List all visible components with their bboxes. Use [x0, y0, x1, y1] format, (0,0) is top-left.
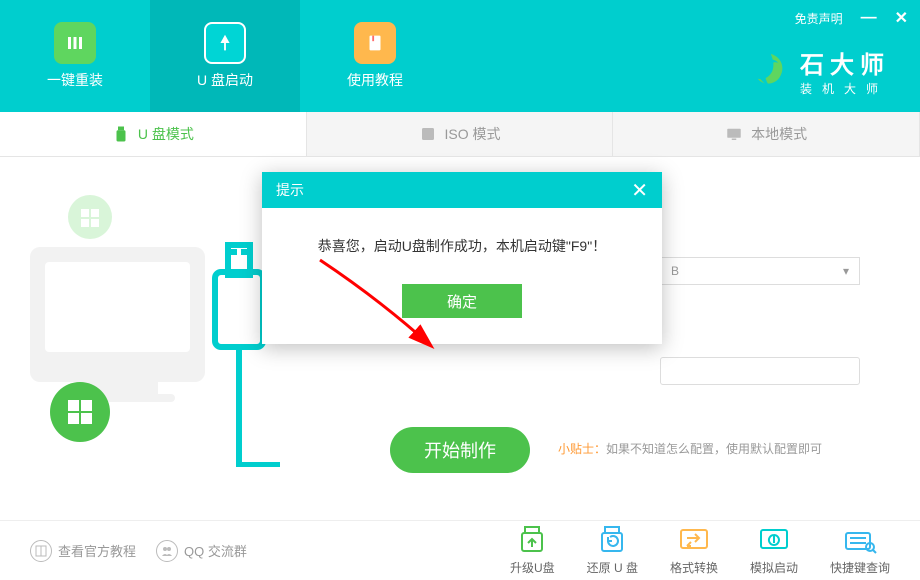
action-label: 模拟启动: [750, 559, 798, 576]
footer-link-qq[interactable]: QQ 交流群: [156, 540, 247, 562]
simulate-icon: [757, 525, 791, 555]
mode-label: 本地模式: [751, 124, 807, 144]
action-label: 格式转换: [670, 559, 718, 576]
nav-label: U 盘启动: [197, 70, 253, 90]
nav-label: 一键重装: [47, 70, 103, 90]
chevron-down-icon: ▾: [843, 264, 849, 278]
action-simulate-boot[interactable]: 模拟启动: [750, 525, 798, 576]
nav-tab-usb-boot[interactable]: U 盘启动: [150, 0, 300, 112]
usb-icon: [112, 125, 130, 143]
tutorial-icon: [354, 22, 396, 64]
brand-subtitle: 装机大师: [800, 80, 890, 97]
mode-tab-iso[interactable]: ISO 模式: [307, 112, 614, 156]
minimize-button[interactable]: —: [861, 9, 877, 27]
dialog-message: 恭喜您，启动U盘制作成功，本机启动键"F9"！: [262, 208, 662, 270]
footer-link-tutorial[interactable]: 查看官方教程: [30, 540, 136, 562]
nav-tab-tutorial[interactable]: 使用教程: [300, 0, 450, 112]
dropdown-value: B: [671, 264, 679, 278]
action-label: 还原 U 盘: [587, 559, 638, 576]
action-label: 升级U盘: [510, 559, 555, 576]
usb-boot-icon: [204, 22, 246, 64]
dialog-ok-button[interactable]: 确定: [402, 284, 522, 318]
window-controls: 免责声明 — ✕: [795, 8, 908, 28]
tip-body: 如果不知道怎么配置，使用默认配置即可: [606, 442, 822, 456]
dialog-header: 提示 ✕: [262, 172, 662, 208]
mode-label: U 盘模式: [138, 124, 194, 144]
book-icon: [30, 540, 52, 562]
input-field[interactable]: [660, 357, 860, 385]
keyboard-search-icon: [843, 525, 877, 555]
people-icon: [156, 540, 178, 562]
mode-tabs: U 盘模式 ISO 模式 本地模式: [0, 112, 920, 157]
reinstall-icon: [54, 22, 96, 64]
action-upgrade-usb[interactable]: 升级U盘: [510, 525, 555, 576]
mode-tab-usb[interactable]: U 盘模式: [0, 112, 307, 156]
mode-tab-local[interactable]: 本地模式: [613, 112, 920, 156]
action-restore-usb[interactable]: 还原 U 盘: [587, 525, 638, 576]
main-nav: 一键重装 U 盘启动 使用教程: [0, 0, 450, 112]
upgrade-icon: [515, 525, 549, 555]
start-create-button[interactable]: 开始制作: [390, 427, 530, 473]
action-label: 快捷键查询: [830, 559, 890, 576]
mode-label: ISO 模式: [445, 124, 501, 144]
footer-link-label: 查看官方教程: [58, 541, 136, 560]
tip-text: 小贴士：如果不知道怎么配置，使用默认配置即可: [558, 440, 822, 457]
convert-icon: [677, 525, 711, 555]
brand-logo-icon: [752, 52, 790, 90]
restore-icon: [595, 525, 629, 555]
dropdown-field[interactable]: B ▾: [660, 257, 860, 285]
brand-title: 石大师: [800, 45, 890, 80]
local-icon: [725, 125, 743, 143]
brand: 石大师 装机大师: [752, 45, 890, 97]
dialog-close-button[interactable]: ✕: [631, 178, 648, 203]
app-header: 一键重装 U 盘启动 使用教程 免责声明 — ✕ 石大师 装机大师: [0, 0, 920, 112]
action-format-convert[interactable]: 格式转换: [670, 525, 718, 576]
disclaimer-link[interactable]: 免责声明: [795, 10, 843, 27]
tip-label: 小贴士：: [558, 442, 606, 456]
usb-illustration: [30, 187, 280, 467]
action-hotkey-query[interactable]: 快捷键查询: [830, 525, 890, 576]
dialog-prompt: 提示 ✕ 恭喜您，启动U盘制作成功，本机启动键"F9"！ 确定: [262, 172, 662, 344]
footer: 查看官方教程 QQ 交流群 升级U盘 还原 U 盘 格式转换 模拟启动 快捷键查…: [0, 520, 920, 580]
iso-icon: [419, 125, 437, 143]
nav-label: 使用教程: [347, 70, 403, 90]
nav-tab-reinstall[interactable]: 一键重装: [0, 0, 150, 112]
close-button[interactable]: ✕: [895, 8, 908, 28]
dialog-title: 提示: [276, 180, 304, 200]
footer-link-label: QQ 交流群: [184, 541, 247, 560]
